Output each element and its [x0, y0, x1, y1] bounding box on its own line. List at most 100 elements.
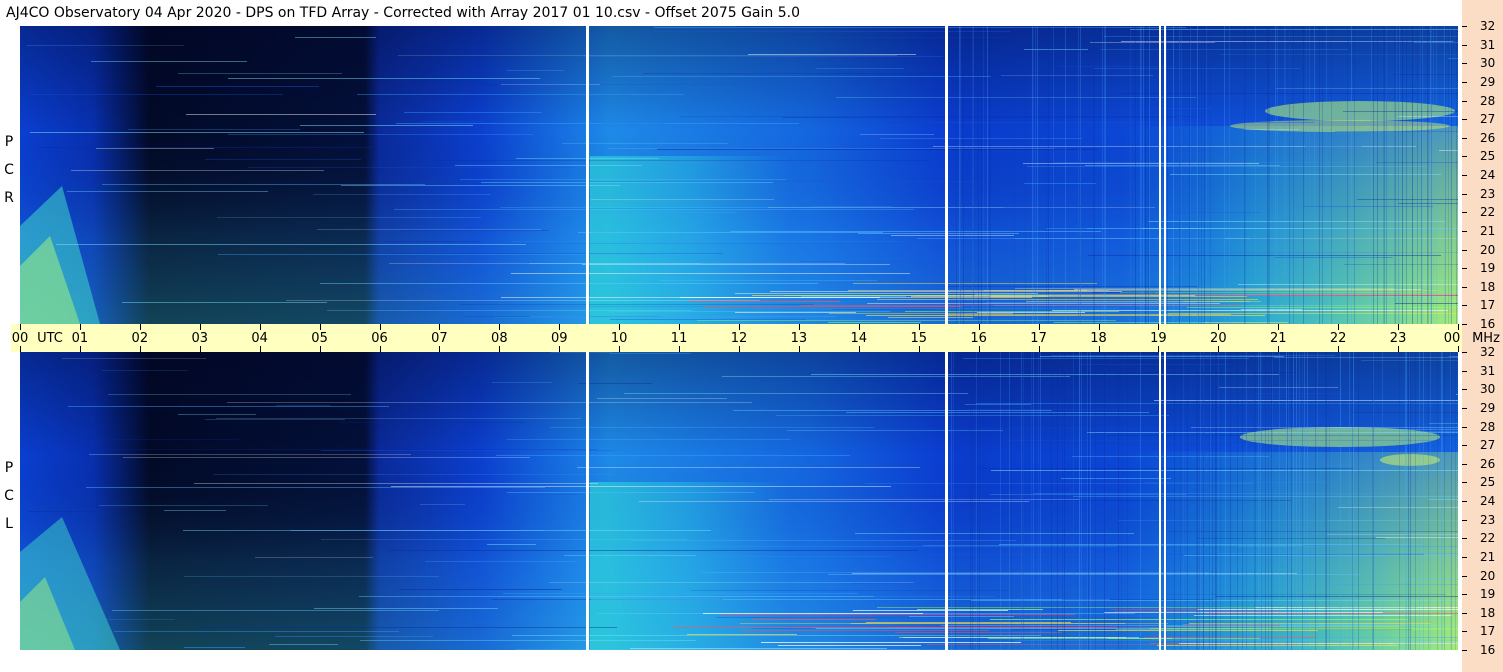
rfi-streak	[654, 27, 1186, 28]
utc-tick-label: 15	[910, 331, 928, 346]
rcp-letter-r: R	[4, 190, 14, 206]
rfi-streak	[423, 121, 483, 122]
rfi-streak	[1034, 493, 1454, 494]
rfi-streak	[30, 132, 364, 133]
rfi-streak	[761, 74, 804, 75]
rfi-streak	[1456, 394, 1458, 395]
rcp-mhz-tick-label: 21	[1480, 224, 1496, 238]
vertical-texture	[1340, 352, 1341, 650]
rcp-mhz-tick-label: 26	[1480, 131, 1496, 145]
rcp-polarization-label: P C R	[0, 128, 18, 212]
vertical-texture	[1419, 352, 1420, 650]
vertical-texture	[1000, 352, 1001, 650]
mhz-tick-mark	[1462, 538, 1467, 539]
hot-spectral-line	[853, 610, 1008, 611]
lcp-mhz-tick-label: 18	[1480, 606, 1496, 620]
rfi-streak	[122, 302, 327, 303]
utc-tick-mark	[439, 346, 440, 352]
rfi-streak	[96, 148, 214, 149]
rfi-streak	[691, 590, 1009, 591]
utc-tick-mark	[260, 324, 261, 330]
mhz-tick-mark	[1462, 464, 1467, 465]
utc-tick-mark	[1158, 346, 1159, 352]
utc-unit-label: UTC	[37, 331, 63, 346]
utc-tick-mark	[200, 324, 201, 330]
rfi-streak	[888, 122, 1314, 123]
mhz-tick-mark	[1462, 250, 1467, 251]
rfi-streak	[164, 510, 226, 511]
rfi-streak	[692, 428, 1230, 429]
vertical-texture	[1279, 352, 1280, 650]
vertical-texture	[1291, 352, 1292, 650]
vertical-texture	[1428, 352, 1429, 650]
vertical-texture	[1436, 26, 1437, 324]
mhz-tick-mark	[1462, 576, 1467, 577]
utc-tick-label: 11	[670, 331, 688, 346]
lcp-mhz-tick-label: 29	[1480, 401, 1496, 415]
rfi-streak	[672, 556, 890, 557]
rfi-streak	[601, 123, 665, 124]
utc-tick-mark	[380, 346, 381, 352]
vertical-texture	[953, 352, 954, 650]
vertical-texture	[1148, 26, 1149, 324]
vertical-texture	[1271, 352, 1272, 650]
vertical-texture	[1293, 352, 1294, 650]
utc-tick-mark	[1398, 324, 1399, 330]
lcp-spectrogram-panel	[20, 352, 1458, 650]
mhz-tick-mark	[1462, 324, 1467, 325]
utc-tick-mark	[919, 346, 920, 352]
rfi-streak	[1255, 393, 1357, 394]
rfi-streak	[609, 311, 890, 312]
rfi-streak	[68, 406, 389, 407]
vertical-texture	[987, 26, 988, 324]
lcp-mhz-tick-label: 21	[1480, 550, 1496, 564]
vertical-texture	[1402, 26, 1403, 324]
rfi-streak	[183, 530, 711, 531]
mhz-tick-mark	[1462, 371, 1467, 372]
rfi-streak	[87, 439, 239, 440]
rfi-streak	[1297, 429, 1458, 430]
utc-tick-mark	[739, 346, 740, 352]
utc-tick-label: 02	[131, 331, 149, 346]
vertical-texture	[1299, 352, 1300, 650]
utc-tick-label: 07	[431, 331, 448, 346]
rfi-streak	[481, 182, 773, 183]
rfi-streak	[1225, 238, 1458, 239]
rfi-streak	[501, 84, 600, 85]
utc-tick-label: 20	[1210, 331, 1227, 346]
rfi-streak	[1196, 538, 1385, 539]
vertical-texture	[1351, 26, 1352, 324]
rfi-streak	[624, 393, 968, 394]
vertical-texture	[1189, 26, 1190, 324]
vertical-texture	[1408, 352, 1409, 650]
mhz-tick-mark	[1462, 557, 1467, 558]
rfi-streak	[1325, 465, 1458, 466]
mhz-tick-mark	[1462, 287, 1467, 288]
rfi-streak	[493, 181, 974, 182]
vertical-texture	[1373, 26, 1374, 324]
vertical-texture	[1197, 26, 1198, 324]
vertical-texture	[1268, 26, 1269, 324]
hot-spectral-line	[680, 297, 880, 298]
vertical-texture	[1203, 352, 1204, 650]
hot-spectral-line	[703, 613, 923, 614]
utc-tick-mark	[80, 324, 81, 330]
vertical-texture	[1118, 352, 1119, 650]
utc-tick-mark	[859, 346, 860, 352]
vertical-texture	[1258, 352, 1259, 650]
vertical-texture	[1304, 352, 1305, 650]
rfi-streak	[399, 589, 562, 590]
rfi-streak	[917, 238, 1250, 239]
lcp-mhz-tick-label: 28	[1480, 420, 1496, 434]
rfi-streak	[27, 45, 184, 46]
vertical-texture	[1218, 352, 1219, 650]
rfi-streak	[507, 70, 564, 71]
utc-tick-mark	[1458, 324, 1459, 330]
vertical-texture	[1269, 26, 1270, 324]
vertical-texture	[1173, 26, 1174, 324]
rcp-mhz-tick-label: 27	[1480, 112, 1496, 126]
utc-tick-mark	[679, 346, 680, 352]
rfi-streak	[1274, 257, 1393, 258]
rfi-streak	[507, 439, 791, 440]
rcp-mhz-tick-label: 16	[1480, 317, 1496, 331]
